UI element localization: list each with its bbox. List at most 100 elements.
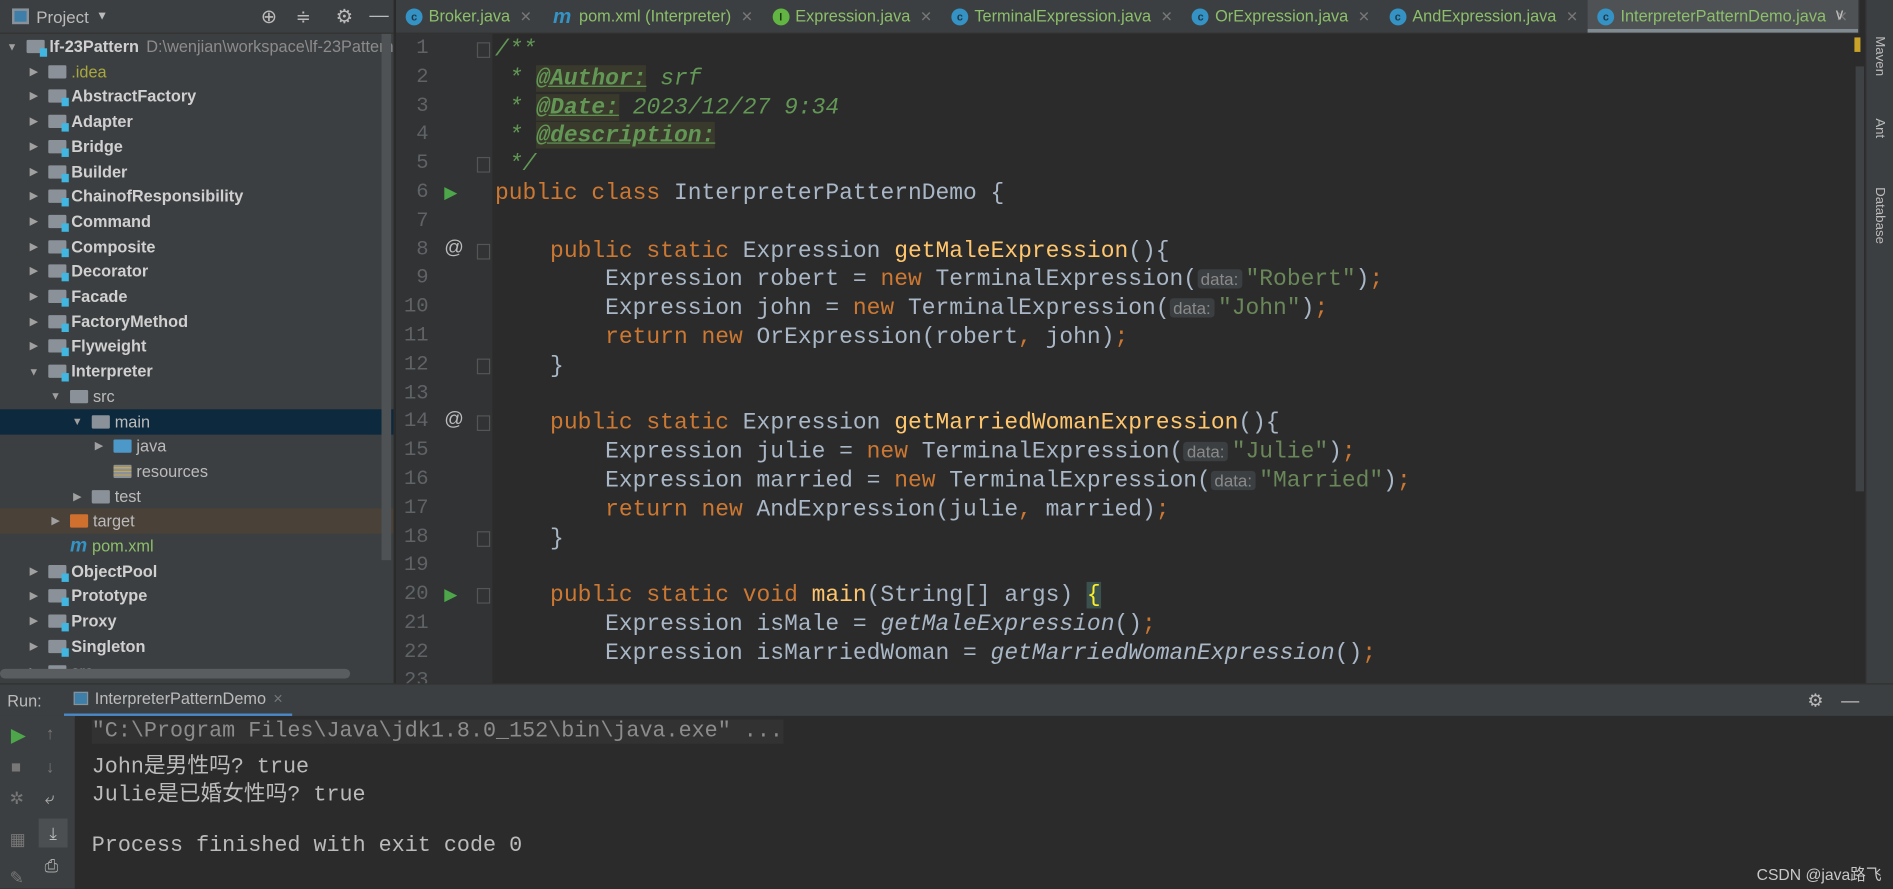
- tree-item[interactable]: ▼ Interpreter: [0, 359, 394, 384]
- pin-icon[interactable]: ✎: [10, 868, 24, 889]
- project-view-selector[interactable]: Project: [36, 7, 89, 26]
- fold-marker-icon[interactable]: [476, 157, 491, 173]
- collapsed-arrow-icon[interactable]: ▶: [27, 165, 41, 178]
- fold-marker-icon[interactable]: [476, 243, 491, 260]
- tree-item[interactable]: ▼ src: [0, 384, 394, 409]
- gear-icon[interactable]: ⚙: [336, 4, 353, 28]
- tree-item[interactable]: ▶ ChainofResponsibility: [0, 184, 394, 209]
- collapse-all-icon[interactable]: ≑: [296, 5, 311, 28]
- tabs-overflow-button[interactable]: ∨: [1834, 5, 1845, 24]
- collapsed-arrow-icon[interactable]: ▶: [27, 615, 41, 628]
- run-tab[interactable]: InterpreterPatternDemo ×: [63, 684, 293, 717]
- collapsed-arrow-icon[interactable]: ▶: [27, 240, 41, 253]
- project-horizontal-scrollbar[interactable]: [0, 668, 351, 679]
- tree-item[interactable]: ▶ Proxy: [0, 609, 394, 634]
- tree-item[interactable]: ▶ Command: [0, 209, 394, 234]
- code-editor[interactable]: /** * @Author: srf * @Date: 2023/12/27 9…: [492, 33, 1855, 684]
- collapsed-arrow-icon[interactable]: ▶: [27, 315, 41, 328]
- down-arrow-icon[interactable]: ↓: [46, 757, 54, 776]
- tree-item[interactable]: resources: [0, 459, 394, 484]
- fold-marker-icon[interactable]: [476, 530, 491, 547]
- run-gutter-icon[interactable]: ▶: [444, 182, 457, 203]
- chevron-down-icon[interactable]: ▼: [96, 10, 108, 23]
- close-icon[interactable]: ✕: [1161, 8, 1173, 25]
- tab-broker-java[interactable]: c Broker.java ✕: [396, 0, 542, 33]
- tree-item[interactable]: ▶ .idea: [0, 59, 394, 84]
- scrollbar-thumb[interactable]: [1855, 66, 1865, 492]
- expanded-arrow-icon[interactable]: ▼: [27, 365, 41, 377]
- tab-terminalexpression-java[interactable]: c TerminalExpression.java ✕: [942, 0, 1183, 33]
- close-icon[interactable]: ×: [273, 689, 283, 707]
- tab-interpreterpatterndemo-java[interactable]: c InterpreterPatternDemo.java ✕: [1587, 0, 1859, 33]
- implements-gutter-icon[interactable]: @: [444, 237, 464, 259]
- tab-expression-java[interactable]: I Expression.java ✕: [763, 0, 942, 33]
- collapsed-arrow-icon[interactable]: ▶: [27, 640, 41, 653]
- rerun-icon[interactable]: ▶: [11, 723, 26, 747]
- tree-item[interactable]: ▶ java: [0, 434, 394, 459]
- tree-item[interactable]: ▶ AbstractFactory: [0, 84, 394, 109]
- close-icon[interactable]: ✕: [741, 8, 753, 25]
- collapsed-arrow-icon[interactable]: ▶: [27, 265, 41, 278]
- collapsed-arrow-icon[interactable]: ▶: [27, 340, 41, 353]
- tree-item[interactable]: ▶ FactoryMethod: [0, 309, 394, 334]
- fold-marker-icon[interactable]: [476, 42, 491, 58]
- debug-icon[interactable]: ✲: [10, 788, 24, 809]
- warning-marker[interactable]: [1854, 37, 1861, 52]
- run-gutter-icon[interactable]: ▶: [444, 585, 457, 606]
- tree-item[interactable]: ▶ Flyweight: [0, 334, 394, 359]
- tree-item[interactable]: ▶ Decorator: [0, 259, 394, 284]
- close-icon[interactable]: ✕: [1566, 8, 1578, 25]
- editor-scrollbar[interactable]: [1854, 33, 1866, 684]
- tab-pom-xml-interpreter-[interactable]: m pom.xml (Interpreter) ✕: [542, 0, 763, 33]
- print-icon[interactable]: ⎙: [45, 856, 59, 877]
- collapsed-arrow-icon[interactable]: ▶: [70, 490, 84, 503]
- expanded-arrow-icon[interactable]: ▼: [70, 415, 84, 427]
- collapsed-arrow-icon[interactable]: ▶: [27, 190, 41, 203]
- tab-orexpression-java[interactable]: c OrExpression.java ✕: [1182, 0, 1379, 33]
- minimize-icon[interactable]: —: [1841, 690, 1859, 711]
- layout-icon[interactable]: ▦: [10, 829, 26, 850]
- tree-item[interactable]: ▶ Bridge: [0, 134, 394, 159]
- tool-ant[interactable]: Ant: [1873, 118, 1887, 138]
- tool-database[interactable]: Database: [1873, 187, 1887, 244]
- project-vertical-scrollbar[interactable]: [381, 33, 392, 561]
- stop-icon[interactable]: ■: [11, 757, 21, 776]
- tree-item[interactable]: ▶ Adapter: [0, 109, 394, 134]
- tree-item[interactable]: ▶ target: [0, 508, 394, 534]
- close-icon[interactable]: ✕: [920, 8, 932, 25]
- collapsed-arrow-icon[interactable]: ▶: [27, 565, 41, 578]
- tool-maven[interactable]: Maven: [1873, 36, 1887, 76]
- close-icon[interactable]: ✕: [520, 8, 532, 25]
- tree-item[interactable]: ▶ Singleton: [0, 634, 394, 659]
- up-arrow-icon[interactable]: ↑: [46, 723, 54, 742]
- collapsed-arrow-icon[interactable]: ▶: [27, 65, 41, 78]
- minimize-icon[interactable]: —: [369, 5, 388, 27]
- tree-item[interactable]: ▶ Composite: [0, 234, 394, 259]
- tree-item[interactable]: ▶ Builder: [0, 159, 394, 184]
- tree-item[interactable]: ▶ Facade: [0, 284, 394, 309]
- collapsed-arrow-icon[interactable]: ▶: [48, 515, 62, 528]
- tab-andexpression-java[interactable]: c AndExpression.java ✕: [1380, 0, 1588, 33]
- collapsed-arrow-icon[interactable]: ▶: [27, 290, 41, 303]
- collapsed-arrow-icon[interactable]: ▶: [27, 140, 41, 153]
- tree-item[interactable]: m pom.xml: [0, 534, 394, 559]
- collapsed-arrow-icon[interactable]: ▶: [27, 115, 41, 128]
- gear-icon[interactable]: ⚙: [1807, 689, 1823, 712]
- fold-marker-icon[interactable]: [476, 588, 491, 604]
- collapsed-arrow-icon[interactable]: ▶: [27, 215, 41, 228]
- fold-marker-icon[interactable]: [476, 415, 491, 432]
- scroll-to-end-icon[interactable]: ⤓: [38, 818, 68, 848]
- fold-marker-icon[interactable]: [476, 358, 491, 375]
- expanded-arrow-icon[interactable]: ▼: [48, 390, 62, 402]
- collapsed-arrow-icon[interactable]: ▶: [27, 590, 41, 603]
- locate-icon[interactable]: ⊕: [261, 4, 277, 28]
- tree-item[interactable]: ▼ main: [0, 408, 394, 435]
- tree-item[interactable]: ▶ ObjectPool: [0, 559, 394, 584]
- soft-wrap-icon[interactable]: ⤶: [45, 788, 54, 809]
- console-output[interactable]: "C:\Program Files\Java\jdk1.8.0_152\bin\…: [74, 715, 1893, 889]
- collapsed-arrow-icon[interactable]: ▶: [27, 90, 41, 103]
- implements-gutter-icon[interactable]: @: [444, 410, 464, 432]
- close-icon[interactable]: ✕: [1358, 8, 1370, 25]
- tree-item[interactable]: ▶ test: [0, 484, 394, 509]
- tree-item[interactable]: ▶ Prototype: [0, 584, 394, 609]
